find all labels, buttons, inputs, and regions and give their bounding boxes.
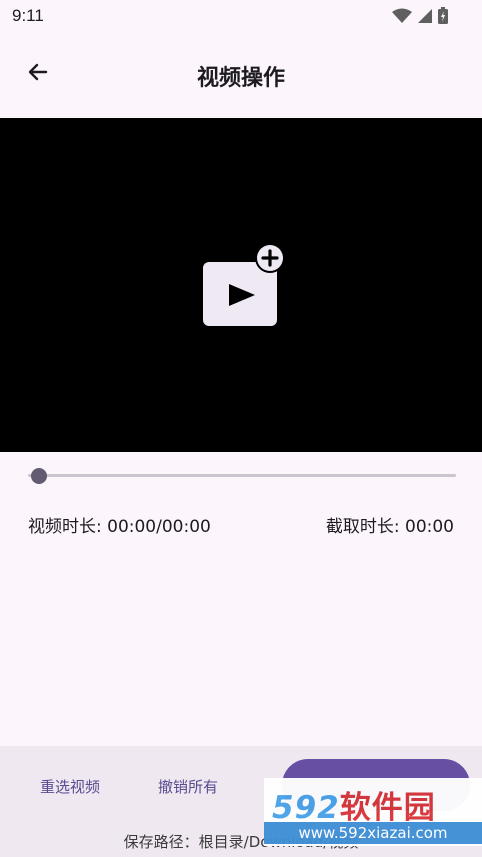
watermark-url: www.592xiazai.com	[264, 822, 482, 844]
signal-icon	[417, 8, 433, 28]
wifi-icon	[392, 8, 412, 28]
add-video-button[interactable]	[202, 242, 288, 328]
battery-icon	[438, 7, 448, 28]
video-duration-text: 视频时长: 00:00/00:00	[28, 517, 211, 537]
slider-thumb[interactable]	[31, 468, 47, 484]
status-bar: 9:11	[0, 0, 482, 34]
status-icons	[392, 7, 448, 28]
site-watermark: 592软件园 www.592xiazai.com	[264, 778, 482, 846]
page-title: 视频操作	[196, 66, 285, 91]
status-time: 9:11	[12, 6, 44, 25]
undo-all-button[interactable]: 撤销所有	[158, 776, 218, 797]
video-add-icon	[202, 243, 288, 332]
video-seek-slider[interactable]	[28, 465, 456, 487]
clip-duration-text: 截取时长: 00:00	[325, 517, 454, 537]
reselect-video-button[interactable]: 重选视频	[40, 776, 100, 797]
watermark-logo: 592软件园	[272, 790, 436, 826]
slider-track	[28, 474, 456, 477]
duration-info: 视频时长: 00:00/00:00 截取时长: 00:00	[28, 512, 454, 537]
app-bar: 视频操作	[0, 40, 482, 112]
